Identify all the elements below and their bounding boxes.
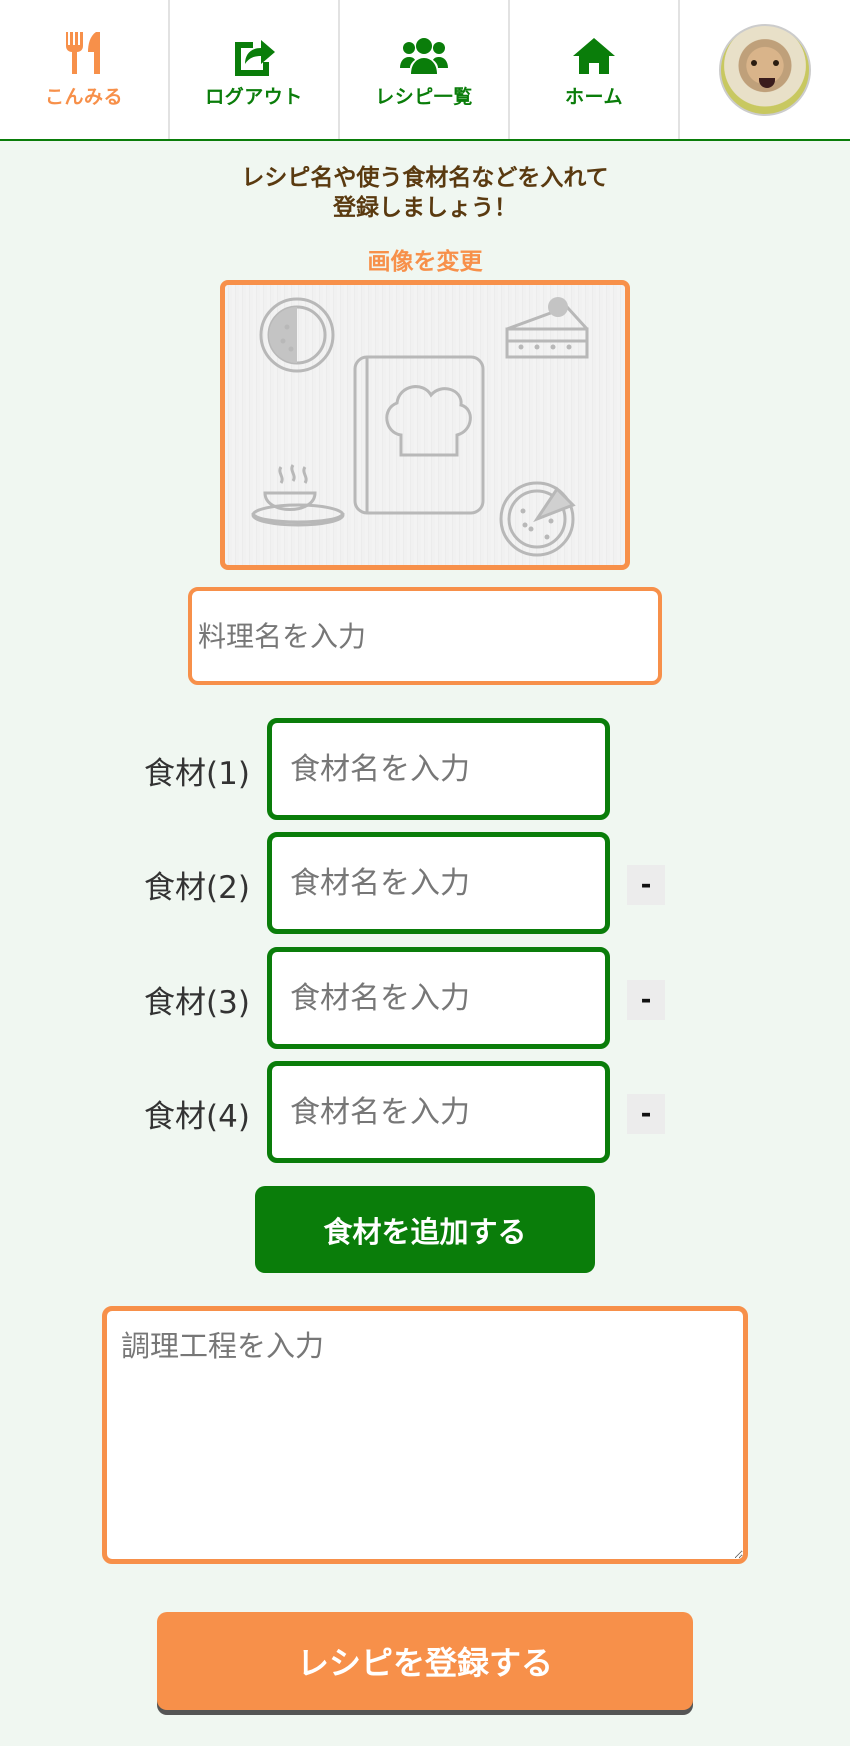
ingredient-input[interactable]	[267, 947, 610, 1049]
recipe-image[interactable]	[220, 280, 630, 570]
ingredient-input[interactable]	[267, 1061, 610, 1163]
ingredient-label: 食材(1)	[144, 756, 250, 792]
home-icon	[571, 30, 617, 76]
logout-icon	[231, 30, 277, 76]
ingredient-input[interactable]	[267, 832, 610, 934]
nav-item-home[interactable]: ホーム	[510, 0, 680, 139]
ingredient-row: 食材(1)	[0, 718, 850, 820]
ingredient-label: 食材(3)	[144, 985, 250, 1021]
nav-item-konmiru[interactable]: こんみる	[0, 0, 170, 139]
fork-knife-icon	[60, 30, 108, 76]
cooking-steps-textarea[interactable]	[102, 1306, 748, 1564]
nav-label: ログアウト	[205, 86, 303, 108]
intro-message: レシピ名や使う食材名などを入れて 登録しましょう！	[0, 163, 850, 223]
nav-label: レシピ一覧	[375, 86, 473, 108]
intro-line-1: レシピ名や使う食材名などを入れて	[241, 165, 609, 191]
change-image-link[interactable]: 画像を変更	[0, 242, 850, 276]
add-ingredient-button[interactable]: 食材を追加する	[255, 1186, 595, 1273]
nav-label: こんみる	[44, 86, 123, 108]
ingredient-row: 食材(4) -	[0, 1061, 850, 1163]
nav-item-profile[interactable]	[680, 0, 850, 139]
ingredient-label: 食材(2)	[144, 870, 250, 906]
register-recipe-button[interactable]: レシピを登録する	[157, 1612, 693, 1710]
ingredient-row: 食材(3) -	[0, 947, 850, 1049]
nav-label: ホーム	[565, 86, 623, 108]
dish-name-input[interactable]	[188, 587, 662, 685]
nav-item-recipe-list[interactable]: レシピ一覧	[340, 0, 510, 139]
recipe-book-icon	[251, 297, 589, 557]
remove-ingredient-button[interactable]: -	[627, 980, 665, 1020]
remove-ingredient-button[interactable]: -	[627, 1094, 665, 1134]
ingredient-label: 食材(4)	[144, 1099, 250, 1135]
ingredient-row: 食材(2) -	[0, 832, 850, 934]
users-icon	[399, 30, 449, 76]
user-avatar[interactable]	[719, 23, 811, 116]
nav-item-logout[interactable]: ログアウト	[170, 0, 340, 139]
intro-line-2: 登録しましょう！	[333, 195, 517, 221]
top-navigation: こんみる ログアウト レシピ一覧 ホーム	[0, 0, 850, 141]
ingredient-input[interactable]	[267, 718, 610, 820]
remove-ingredient-button[interactable]: -	[627, 865, 665, 905]
